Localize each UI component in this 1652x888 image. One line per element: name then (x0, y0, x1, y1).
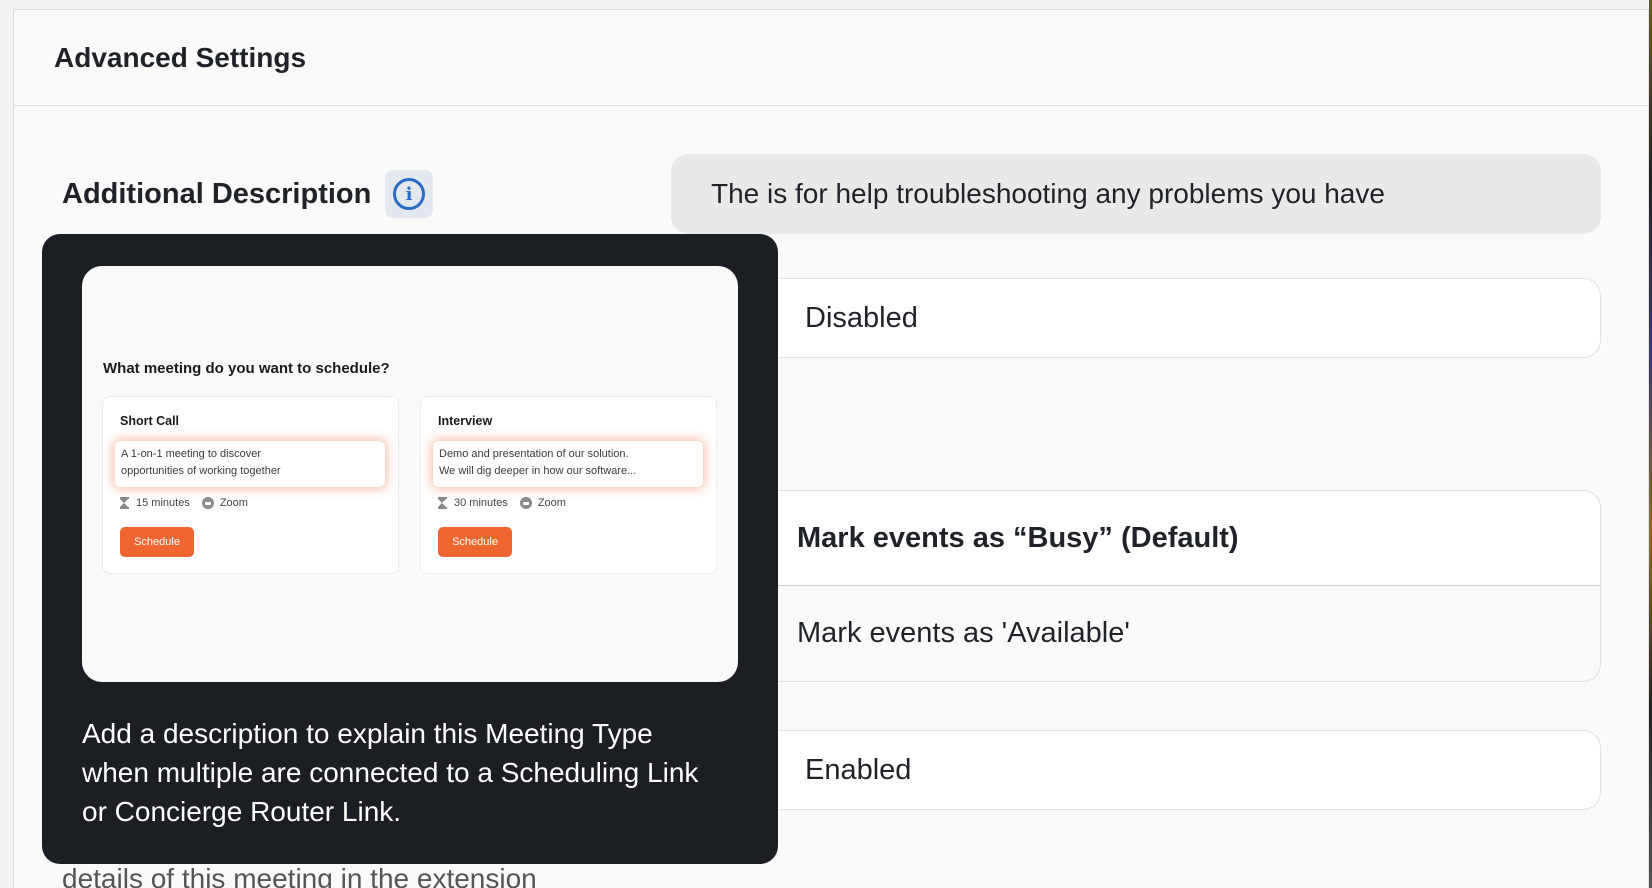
option-mark-available[interactable]: Mark events as 'Available' (705, 586, 1600, 681)
disabled-select[interactable]: Disabled (704, 278, 1601, 358)
enabled-select[interactable]: Enabled (704, 730, 1601, 810)
option-mark-available-label: Mark events as 'Available' (797, 617, 1130, 649)
card-description: A 1-on-1 meeting to discover opportuniti… (115, 441, 385, 487)
card-location: Zoom (537, 497, 566, 509)
schedule-button: Schedule (120, 527, 194, 557)
card-description-line: Demo and presentation of our solution. (439, 448, 629, 460)
preview-card-short-call: Short Call A 1-on-1 meeting to discover … (102, 396, 399, 574)
card-duration: 30 minutes (454, 497, 508, 509)
card-location: Zoom (219, 497, 248, 509)
extension-help-text: details of this meeting in the extension (62, 863, 537, 888)
tooltip-preview-image: What meeting do you want to schedule? Sh… (82, 266, 738, 682)
card-description-line: opportunities of working together (121, 465, 281, 477)
schedule-button: Schedule (438, 527, 512, 557)
disabled-select-value: Disabled (805, 301, 918, 334)
enabled-select-value: Enabled (805, 753, 912, 786)
hourglass-icon (120, 497, 129, 509)
tooltip-text: Add a description to explain this Meetin… (82, 718, 699, 827)
card-meta: 30 minutes Zoom (438, 497, 578, 509)
card-duration: 15 minutes (136, 497, 190, 509)
hourglass-icon (438, 497, 447, 509)
card-title: Short Call (120, 414, 180, 428)
option-mark-busy-label: Mark events as “Busy” (Default) (797, 521, 1239, 554)
card-description-line: A 1-on-1 meeting to discover (121, 448, 262, 460)
preview-card-interview: Interview Demo and presentation of our s… (420, 396, 717, 574)
additional-description-input[interactable]: The is for help troubleshooting any prob… (671, 154, 1601, 234)
zoom-icon (519, 497, 532, 509)
option-mark-busy[interactable]: Mark events as “Busy” (Default) (705, 491, 1600, 586)
additional-description-label: Additional Description (62, 178, 372, 210)
panel-header: Advanced Settings (14, 10, 1648, 106)
page-title: Advanced Settings (54, 42, 307, 73)
card-description-line: We will dig deeper in how our software..… (439, 465, 637, 477)
card-title: Interview (438, 414, 493, 428)
busy-status-options: Mark events as “Busy” (Default) Mark eve… (704, 490, 1601, 682)
card-description: Demo and presentation of our solution. W… (433, 441, 703, 487)
card-meta: 15 minutes Zoom (120, 497, 260, 509)
zoom-icon (201, 497, 214, 509)
info-icon: i (393, 178, 425, 210)
description-tooltip: What meeting do you want to schedule? Sh… (42, 234, 778, 864)
info-button[interactable]: i (385, 170, 433, 218)
preview-question: What meeting do you want to schedule? (103, 360, 390, 377)
